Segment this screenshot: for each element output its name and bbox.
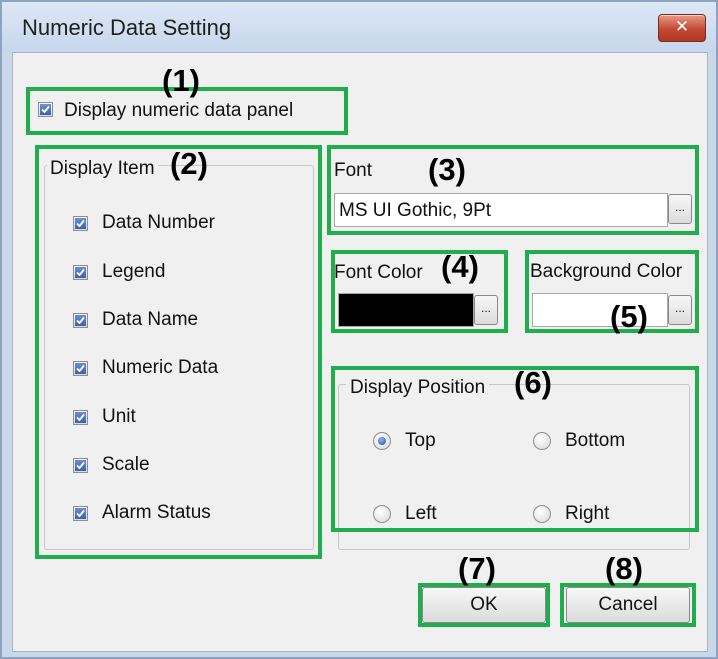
annotation-number-3: (3) <box>428 152 466 187</box>
scale-label: Scale <box>102 454 150 475</box>
annotation-number-5: (5) <box>610 299 648 334</box>
alarm-status-checkbox[interactable] <box>73 506 88 521</box>
background-color-browse-button[interactable]: ... <box>668 295 692 325</box>
scale-checkbox[interactable] <box>73 458 88 473</box>
unit-checkbox[interactable] <box>73 410 88 425</box>
checkmark-icon <box>75 508 86 519</box>
display-panel-checkbox[interactable] <box>38 102 53 117</box>
font-field[interactable]: MS UI Gothic, 9Pt <box>334 193 668 227</box>
font-label: Font <box>334 160 373 181</box>
legend-label: Legend <box>102 261 166 282</box>
display-item-group-label: Display Item <box>47 158 158 180</box>
window-title: Numeric Data Setting <box>22 15 232 40</box>
background-color-label: Background Color <box>530 261 683 282</box>
alarm-status-label: Alarm Status <box>102 502 211 523</box>
display-panel-label: Display numeric data panel <box>64 100 294 121</box>
annotation-number-6: (6) <box>514 365 552 400</box>
top-radio[interactable] <box>373 432 391 450</box>
ellipsis-icon: ... <box>480 301 491 315</box>
bottom-radio-label: Bottom <box>565 430 626 451</box>
display-position-group <box>338 384 690 550</box>
checkmark-icon <box>75 412 86 423</box>
data-number-label: Data Number <box>102 212 215 233</box>
display-position-group-label: Display Position <box>346 377 490 399</box>
close-button[interactable]: ✕ <box>658 14 706 42</box>
right-radio-label: Right <box>565 503 610 524</box>
checkmark-icon <box>75 315 86 326</box>
ok-button[interactable]: OK <box>422 587 546 623</box>
left-radio[interactable] <box>373 505 391 523</box>
data-name-label: Data Name <box>102 309 199 330</box>
data-name-checkbox[interactable] <box>73 313 88 328</box>
data-number-checkbox[interactable] <box>73 216 88 231</box>
annotation-number-7: (7) <box>458 551 496 586</box>
font-browse-button[interactable]: ... <box>668 194 692 224</box>
unit-label: Unit <box>102 406 136 427</box>
ellipsis-icon: ... <box>674 301 685 315</box>
title-bar[interactable]: Numeric Data Setting ✕ <box>2 2 716 52</box>
legend-checkbox[interactable] <box>73 265 88 280</box>
annotation-number-8: (8) <box>605 551 643 586</box>
checkmark-icon <box>40 104 51 115</box>
checkmark-icon <box>75 267 86 278</box>
ok-button-label: OK <box>470 594 498 615</box>
font-color-swatch[interactable] <box>338 293 474 327</box>
radio-dot-icon <box>378 437 386 445</box>
close-icon: ✕ <box>674 17 690 37</box>
annotation-number-1: (1) <box>162 63 200 98</box>
ellipsis-icon: ... <box>674 200 685 214</box>
cancel-button[interactable]: Cancel <box>566 587 690 623</box>
checkmark-icon <box>75 363 86 374</box>
font-value: MS UI Gothic, 9Pt <box>339 200 492 221</box>
font-color-label: Font Color <box>334 262 423 283</box>
annotation-number-2: (2) <box>170 146 208 181</box>
top-radio-label: Top <box>405 430 436 451</box>
cancel-button-label: Cancel <box>598 594 658 615</box>
checkmark-icon <box>75 218 86 229</box>
bottom-radio[interactable] <box>533 432 551 450</box>
numeric-data-label: Numeric Data <box>102 357 219 378</box>
checkmark-icon <box>75 460 86 471</box>
left-radio-label: Left <box>405 503 437 524</box>
numeric-data-checkbox[interactable] <box>73 361 88 376</box>
font-color-browse-button[interactable]: ... <box>474 295 498 325</box>
annotation-number-4: (4) <box>441 249 479 284</box>
right-radio[interactable] <box>533 505 551 523</box>
